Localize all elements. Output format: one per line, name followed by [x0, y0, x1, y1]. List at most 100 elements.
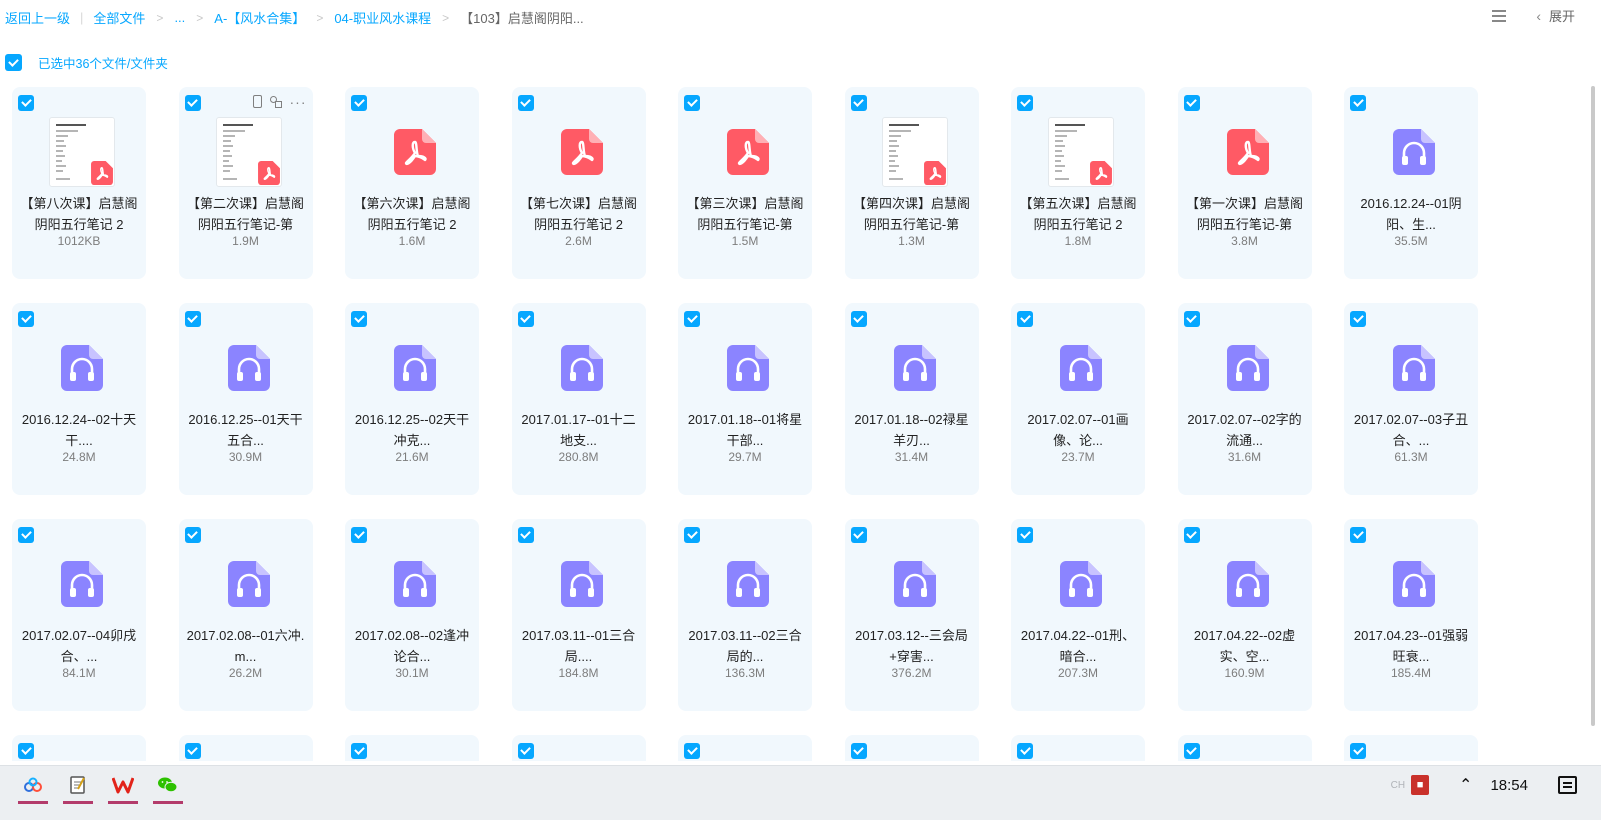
file-checkbox[interactable]: [850, 527, 867, 543]
share-icon[interactable]: [269, 95, 282, 108]
file-checkbox[interactable]: [1017, 311, 1033, 327]
file-checkbox[interactable]: [1350, 743, 1366, 759]
file-tile[interactable]: 【第五次课】启慧阁阴阳五行笔记 2 1.8M: [1011, 87, 1145, 279]
file-checkbox[interactable]: [1017, 743, 1033, 759]
scrollbar[interactable]: [1591, 86, 1595, 726]
expand-button[interactable]: 展开: [1549, 6, 1575, 25]
clock[interactable]: 18:54: [1490, 777, 1528, 794]
file-checkbox[interactable]: [1350, 311, 1366, 327]
file-tile[interactable]: 2017.02.08--02逢冲论合... 30.1M: [345, 519, 479, 711]
file-checkbox[interactable]: [1017, 95, 1033, 111]
file-checkbox[interactable]: [351, 311, 367, 327]
file-tile[interactable]: 【第八次课】启慧阁阴阳五行笔记 2 1012KB: [12, 87, 146, 279]
file-checkbox[interactable]: [18, 527, 34, 543]
breadcrumb-course[interactable]: 04-职业风水课程: [334, 8, 431, 27]
file-tile-partial[interactable]: [1011, 735, 1145, 761]
breadcrumb-ellipsis[interactable]: ...: [174, 10, 185, 25]
file-checkbox[interactable]: [184, 743, 201, 759]
chevron-up-icon[interactable]: ⌃: [1459, 775, 1472, 795]
file-tile[interactable]: 2017.04.23--01强弱旺衰... 185.4M: [1344, 519, 1478, 711]
file-grid: 【第八次课】启慧阁阴阳五行笔记 2 1012KB ··· 【第二次课】启慧阁阴阳五…: [12, 87, 1492, 767]
file-checkbox[interactable]: [1183, 95, 1200, 111]
notification-icon[interactable]: [1558, 776, 1577, 794]
list-view-icon[interactable]: [1492, 9, 1507, 22]
file-tile[interactable]: 2017.01.17--01十二地支... 280.8M: [511, 303, 646, 495]
file-tile-partial[interactable]: [1177, 735, 1312, 761]
file-checkbox[interactable]: [517, 527, 534, 543]
chevron-left-icon[interactable]: ‹: [1536, 8, 1541, 24]
file-tile[interactable]: 2017.02.07--04卯戌合、... 84.1M: [12, 519, 146, 711]
file-checkbox[interactable]: [517, 743, 534, 759]
file-tile-partial[interactable]: [678, 735, 812, 761]
file-checkbox[interactable]: [850, 743, 867, 759]
file-tile[interactable]: 2017.03.11--01三合局.... 184.8M: [511, 519, 646, 711]
file-tile-partial[interactable]: [345, 735, 479, 761]
file-checkbox[interactable]: [517, 95, 534, 111]
file-tile[interactable]: 2017.02.07--02字的流通... 31.6M: [1177, 303, 1312, 495]
file-tile[interactable]: 2017.02.07--01画像、论... 23.7M: [1011, 303, 1145, 495]
file-tile[interactable]: 2016.12.25--01天干五合... 30.9M: [178, 303, 313, 495]
file-checkbox[interactable]: [351, 743, 367, 759]
file-name: 2017.02.08--01六冲.m...: [186, 628, 305, 664]
file-tile[interactable]: ··· 【第二次课】启慧阁阴阳五行笔记-第 1.9M: [178, 87, 313, 279]
file-tile-partial[interactable]: [844, 735, 979, 761]
file-checkbox[interactable]: [18, 311, 34, 327]
more-icon[interactable]: ···: [290, 95, 307, 109]
file-checkbox[interactable]: [1183, 743, 1200, 759]
phone-icon[interactable]: [252, 95, 262, 108]
file-thumbnail: [382, 549, 448, 619]
audio-file-icon: [394, 345, 436, 391]
file-checkbox[interactable]: [1350, 527, 1366, 543]
file-tile[interactable]: 2017.04.22--02虚实、空... 160.9M: [1177, 519, 1312, 711]
seal-app-icon[interactable]: ■: [1411, 775, 1430, 795]
breadcrumb-all-files[interactable]: 全部文件: [93, 8, 145, 27]
file-tile[interactable]: 2016.12.24--01阴阳、生... 35.5M: [1344, 87, 1478, 279]
file-checkbox[interactable]: [184, 527, 201, 543]
file-tile[interactable]: 【第七次课】启慧阁阴阳五行笔记 2 2.6M: [511, 87, 646, 279]
file-checkbox[interactable]: [684, 527, 700, 543]
file-checkbox[interactable]: [850, 95, 867, 111]
file-tile[interactable]: 【第三次课】启慧阁阴阳五行笔记-第 1.5M: [678, 87, 812, 279]
file-checkbox[interactable]: [684, 95, 700, 111]
taskbar-app-baidu-netdisk[interactable]: [18, 766, 48, 804]
file-checkbox[interactable]: [684, 311, 700, 327]
breadcrumb-fengshui[interactable]: A-【风水合集】: [214, 8, 305, 27]
file-tile[interactable]: 2016.12.24--02十天干.... 24.8M: [12, 303, 146, 495]
file-checkbox[interactable]: [1183, 527, 1200, 543]
file-checkbox[interactable]: [1350, 95, 1366, 111]
file-tile-partial[interactable]: [178, 735, 313, 761]
file-checkbox[interactable]: [684, 743, 700, 759]
file-checkbox[interactable]: [184, 311, 201, 327]
file-checkbox[interactable]: [1183, 311, 1200, 327]
taskbar-app-wechat[interactable]: [153, 766, 183, 804]
file-tile[interactable]: 【第六次课】启慧阁阴阳五行笔记 2 1.6M: [345, 87, 479, 279]
file-tile-partial[interactable]: [12, 735, 146, 761]
file-tile[interactable]: 【第四次课】启慧阁阴阳五行笔记-第 1.3M: [844, 87, 979, 279]
file-tile[interactable]: 2017.03.12--三会局+穿害... 376.2M: [844, 519, 979, 711]
back-link[interactable]: 返回上一级: [5, 8, 70, 27]
file-tile[interactable]: 2017.02.07--03子丑合、... 61.3M: [1344, 303, 1478, 495]
file-tile-partial[interactable]: [1344, 735, 1478, 761]
file-checkbox[interactable]: [18, 95, 34, 111]
file-tile[interactable]: 【第一次课】启慧阁阴阳五行笔记-第 3.8M: [1177, 87, 1312, 279]
file-checkbox[interactable]: [351, 527, 367, 543]
select-all-checkbox[interactable]: [5, 54, 22, 71]
file-tile[interactable]: 2016.12.25--02天干冲克... 21.6M: [345, 303, 479, 495]
audio-file-icon: [1226, 345, 1269, 391]
file-tile[interactable]: 2017.01.18--02禄星羊刃... 31.4M: [844, 303, 979, 495]
taskbar-app-wps-office[interactable]: [108, 766, 138, 804]
input-language-indicator[interactable]: CH: [1391, 780, 1405, 791]
file-checkbox[interactable]: [351, 95, 367, 111]
file-checkbox[interactable]: [184, 95, 201, 111]
file-tile[interactable]: 2017.02.08--01六冲.m... 26.2M: [178, 519, 313, 711]
file-checkbox[interactable]: [1017, 527, 1033, 543]
file-checkbox[interactable]: [517, 311, 534, 327]
file-tile[interactable]: 2017.01.18--01将星干部... 29.7M: [678, 303, 812, 495]
taskbar-app-notepad[interactable]: [63, 766, 93, 804]
file-checkbox[interactable]: [850, 311, 867, 327]
file-name: 【第三次课】启慧阁阴阳五行笔记-第: [686, 196, 804, 232]
file-tile[interactable]: 2017.03.11--02三合局的... 136.3M: [678, 519, 812, 711]
file-tile-partial[interactable]: [511, 735, 646, 761]
file-tile[interactable]: 2017.04.22--01刑、暗合... 207.3M: [1011, 519, 1145, 711]
file-checkbox[interactable]: [18, 743, 34, 759]
